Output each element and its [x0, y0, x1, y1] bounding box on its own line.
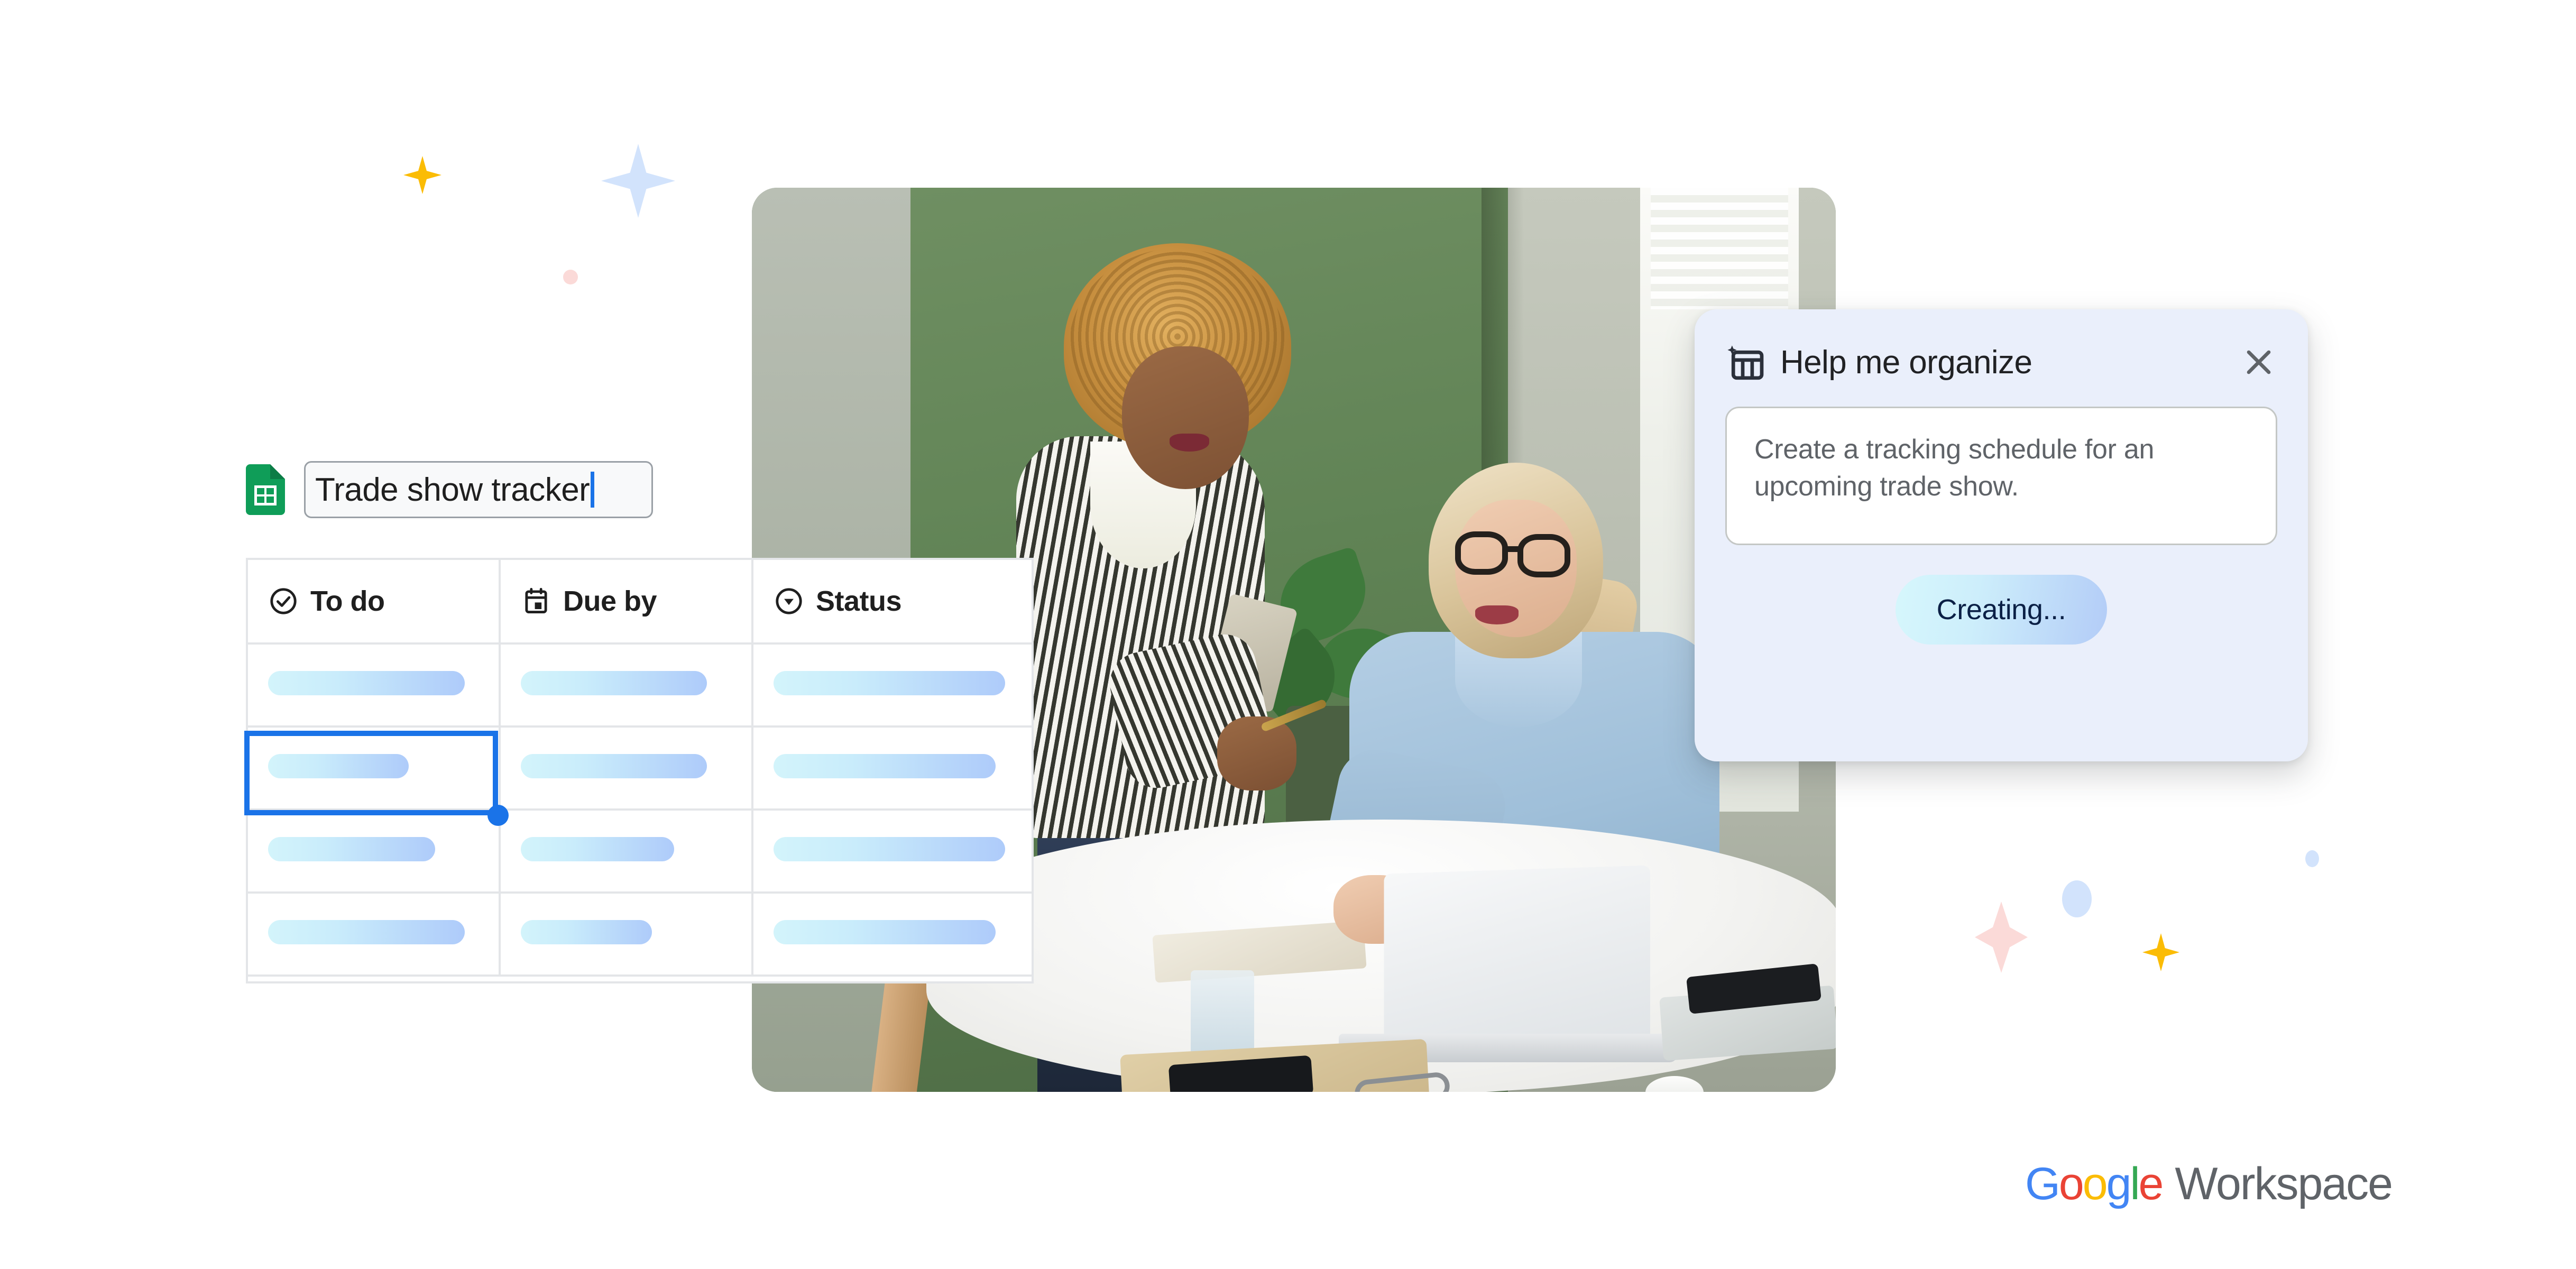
logo-letter-o2: o — [2082, 1158, 2108, 1209]
table-cell[interactable] — [248, 645, 501, 728]
column-header-label: Status — [816, 585, 902, 617]
logo-letter-g1: G — [2025, 1158, 2060, 1209]
placeholder-bar — [774, 920, 996, 944]
photo-person-right-mouth — [1475, 605, 1519, 624]
document-title-input[interactable]: Trade show tracker — [304, 461, 653, 518]
table-cell[interactable] — [753, 728, 1032, 811]
logo-letter-e: e — [2138, 1158, 2164, 1209]
help-me-organize-panel: Help me organize Create a tracking sched… — [1695, 309, 2308, 761]
cell-fill-handle[interactable] — [487, 805, 509, 826]
photo-eyeglasses-right-lens — [1517, 534, 1570, 577]
table-sparkle-icon — [1725, 343, 1765, 381]
sparkle-dot-pink-top-left — [563, 270, 578, 284]
text-caret — [591, 472, 595, 508]
table-cell[interactable] — [753, 811, 1032, 894]
photo-laptop-screen — [1384, 865, 1651, 1049]
panel-header: Help me organize — [1725, 338, 2277, 387]
create-button[interactable]: Creating... — [1896, 575, 2107, 645]
photo-eyeglasses-bridge — [1507, 546, 1521, 552]
placeholder-bar — [521, 671, 707, 695]
document-title-value: Trade show tracker — [315, 471, 590, 508]
logo-product-name: Workspace — [2175, 1158, 2393, 1209]
sparkle-star-yellow-bottom-right — [2142, 933, 2179, 971]
table-cell[interactable] — [248, 894, 501, 977]
table-cell[interactable] — [753, 645, 1032, 728]
dropdown-circle-icon — [774, 586, 804, 617]
column-header-label: Due by — [563, 585, 657, 617]
table-cell[interactable] — [501, 728, 753, 811]
column-header-status[interactable]: Status — [753, 560, 1032, 645]
sparkle-dot-blue-far-right — [2305, 850, 2319, 867]
column-header-label: To do — [310, 585, 385, 617]
placeholder-bar — [268, 920, 465, 944]
table-cell[interactable] — [501, 894, 753, 977]
placeholder-bar — [774, 837, 1005, 861]
photo-water-glass — [1191, 970, 1254, 1060]
close-icon[interactable] — [2240, 344, 2277, 381]
table-cell[interactable] — [248, 811, 501, 894]
spreadsheet-table[interactable]: To do Due by Status — [246, 558, 1034, 983]
sparkle-star-yellow-top-left — [403, 156, 441, 194]
table-cell[interactable] — [501, 811, 753, 894]
column-header-due-by[interactable]: Due by — [501, 560, 753, 645]
table-cell[interactable] — [753, 894, 1032, 977]
column-header-to-do[interactable]: To do — [248, 560, 501, 645]
placeholder-bar — [521, 754, 707, 778]
placeholder-bar — [521, 920, 652, 944]
logo-letter-o1: o — [2058, 1158, 2084, 1209]
prompt-input[interactable]: Create a tracking schedule for an upcomi… — [1725, 407, 2277, 545]
placeholder-bar — [521, 837, 674, 861]
google-sheets-icon — [246, 464, 285, 515]
photo-person-left-mouth — [1170, 434, 1209, 452]
placeholder-bar — [268, 754, 409, 778]
google-workspace-logo: G o o g l e Workspace — [2025, 1158, 2393, 1210]
table-cell[interactable] — [501, 645, 753, 728]
photo-person-left-hand — [1217, 716, 1296, 790]
photo-eyeglasses-left-lens — [1455, 531, 1508, 575]
photo-person-left-face — [1122, 346, 1249, 489]
panel-title: Help me organize — [1780, 344, 2032, 381]
placeholder-bar — [774, 754, 996, 778]
placeholder-bar — [774, 671, 1005, 695]
sheets-document-header: Trade show tracker — [246, 461, 653, 518]
photo-window-blinds — [1651, 188, 1788, 309]
logo-letter-g2: g — [2106, 1158, 2132, 1209]
logo-letter-l: l — [2130, 1158, 2140, 1209]
sparkle-dot-blue-mid-right — [2062, 880, 2092, 917]
sparkle-diamond-pink-bottom-right — [1975, 902, 2028, 973]
placeholder-bar — [268, 837, 435, 861]
calendar-icon — [521, 586, 551, 617]
check-circle-icon — [268, 586, 299, 617]
placeholder-bar — [268, 671, 465, 695]
table-cell-selected[interactable] — [248, 728, 501, 811]
page-root: Trade show tracker To do Due by Status H… — [0, 0, 2576, 1269]
sparkle-star-blue-top-left — [601, 144, 675, 218]
